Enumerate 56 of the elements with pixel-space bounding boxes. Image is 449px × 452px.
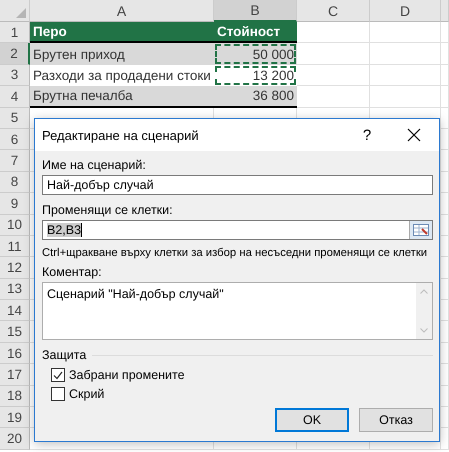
close-icon — [407, 128, 421, 142]
row-header[interactable]: 17 — [0, 364, 30, 386]
ok-button[interactable]: OK — [275, 408, 349, 432]
row-header[interactable]: 14 — [0, 300, 30, 322]
row-header[interactable]: 18 — [0, 386, 30, 408]
input-field[interactable]: Най-добър случай — [42, 175, 433, 195]
row-header[interactable]: 13 — [0, 278, 30, 300]
corner-triangle-icon — [16, 8, 26, 18]
row-header[interactable]: 1 — [0, 22, 30, 44]
row-header[interactable]: 7 — [0, 150, 30, 172]
group-title: Защита — [42, 348, 86, 362]
table-cell — [370, 86, 441, 108]
input-field[interactable]: B2,B3 — [42, 220, 433, 240]
hint-text: Ctrl+щракване върху клетки за избор на несъседни променящи се клетки — [42, 247, 428, 259]
column-header[interactable]: B — [214, 0, 297, 22]
row-header[interactable]: 20 — [0, 428, 30, 450]
column-header[interactable]: A — [30, 0, 214, 22]
row-header[interactable]: 15 — [0, 321, 30, 343]
row-header[interactable]: 16 — [0, 342, 30, 364]
field-label: Коментар: — [42, 265, 103, 279]
table-cell: Перо — [30, 22, 214, 44]
range-select-icon[interactable] — [409, 221, 432, 239]
table-cell: 36 800 — [214, 86, 297, 108]
table-cell: 13 200 — [214, 64, 297, 86]
table-cell — [370, 22, 441, 44]
checkbox-label: Забрани промените — [69, 368, 185, 382]
help-button[interactable]: ? — [345, 119, 389, 151]
row-header[interactable]: 10 — [0, 214, 30, 236]
table-cell — [370, 64, 441, 86]
column-header[interactable]: D — [370, 0, 441, 22]
row-header[interactable]: 11 — [0, 236, 30, 258]
row-header[interactable]: 12 — [0, 257, 30, 279]
row-header[interactable]: 8 — [0, 172, 30, 194]
row-header[interactable]: 5 — [0, 108, 30, 129]
checkbox-label: Скрий — [69, 387, 104, 401]
table-cell: Брутна печалба — [30, 86, 214, 108]
comment-field[interactable]: Сценарий "Най-добър случай" — [42, 282, 433, 340]
cancel-button[interactable]: Отказ — [359, 408, 433, 432]
dialog-title: Редактиране на сценарий — [42, 128, 200, 142]
field-label: Име на сценарий: — [42, 158, 147, 172]
row-header[interactable]: 9 — [0, 193, 30, 215]
table-cell: Стойност — [214, 22, 297, 44]
row-header[interactable]: 19 — [0, 407, 30, 428]
scroll-down-icon — [420, 328, 428, 333]
checkbox[interactable] — [51, 387, 65, 401]
table-cell: Брутен приход — [30, 43, 214, 65]
column-header[interactable]: C — [297, 0, 370, 22]
table-cell: 50 000 — [214, 43, 297, 65]
table-cell — [370, 43, 441, 65]
row-header[interactable]: 6 — [0, 128, 30, 150]
row-header[interactable]: 4 — [0, 86, 30, 108]
scroll-up-icon — [420, 289, 428, 294]
row-header[interactable]: 3 — [0, 64, 30, 86]
checkbox[interactable] — [51, 368, 65, 382]
field-label: Променящи се клетки: — [42, 203, 174, 217]
row-header[interactable]: 2 — [0, 43, 30, 65]
